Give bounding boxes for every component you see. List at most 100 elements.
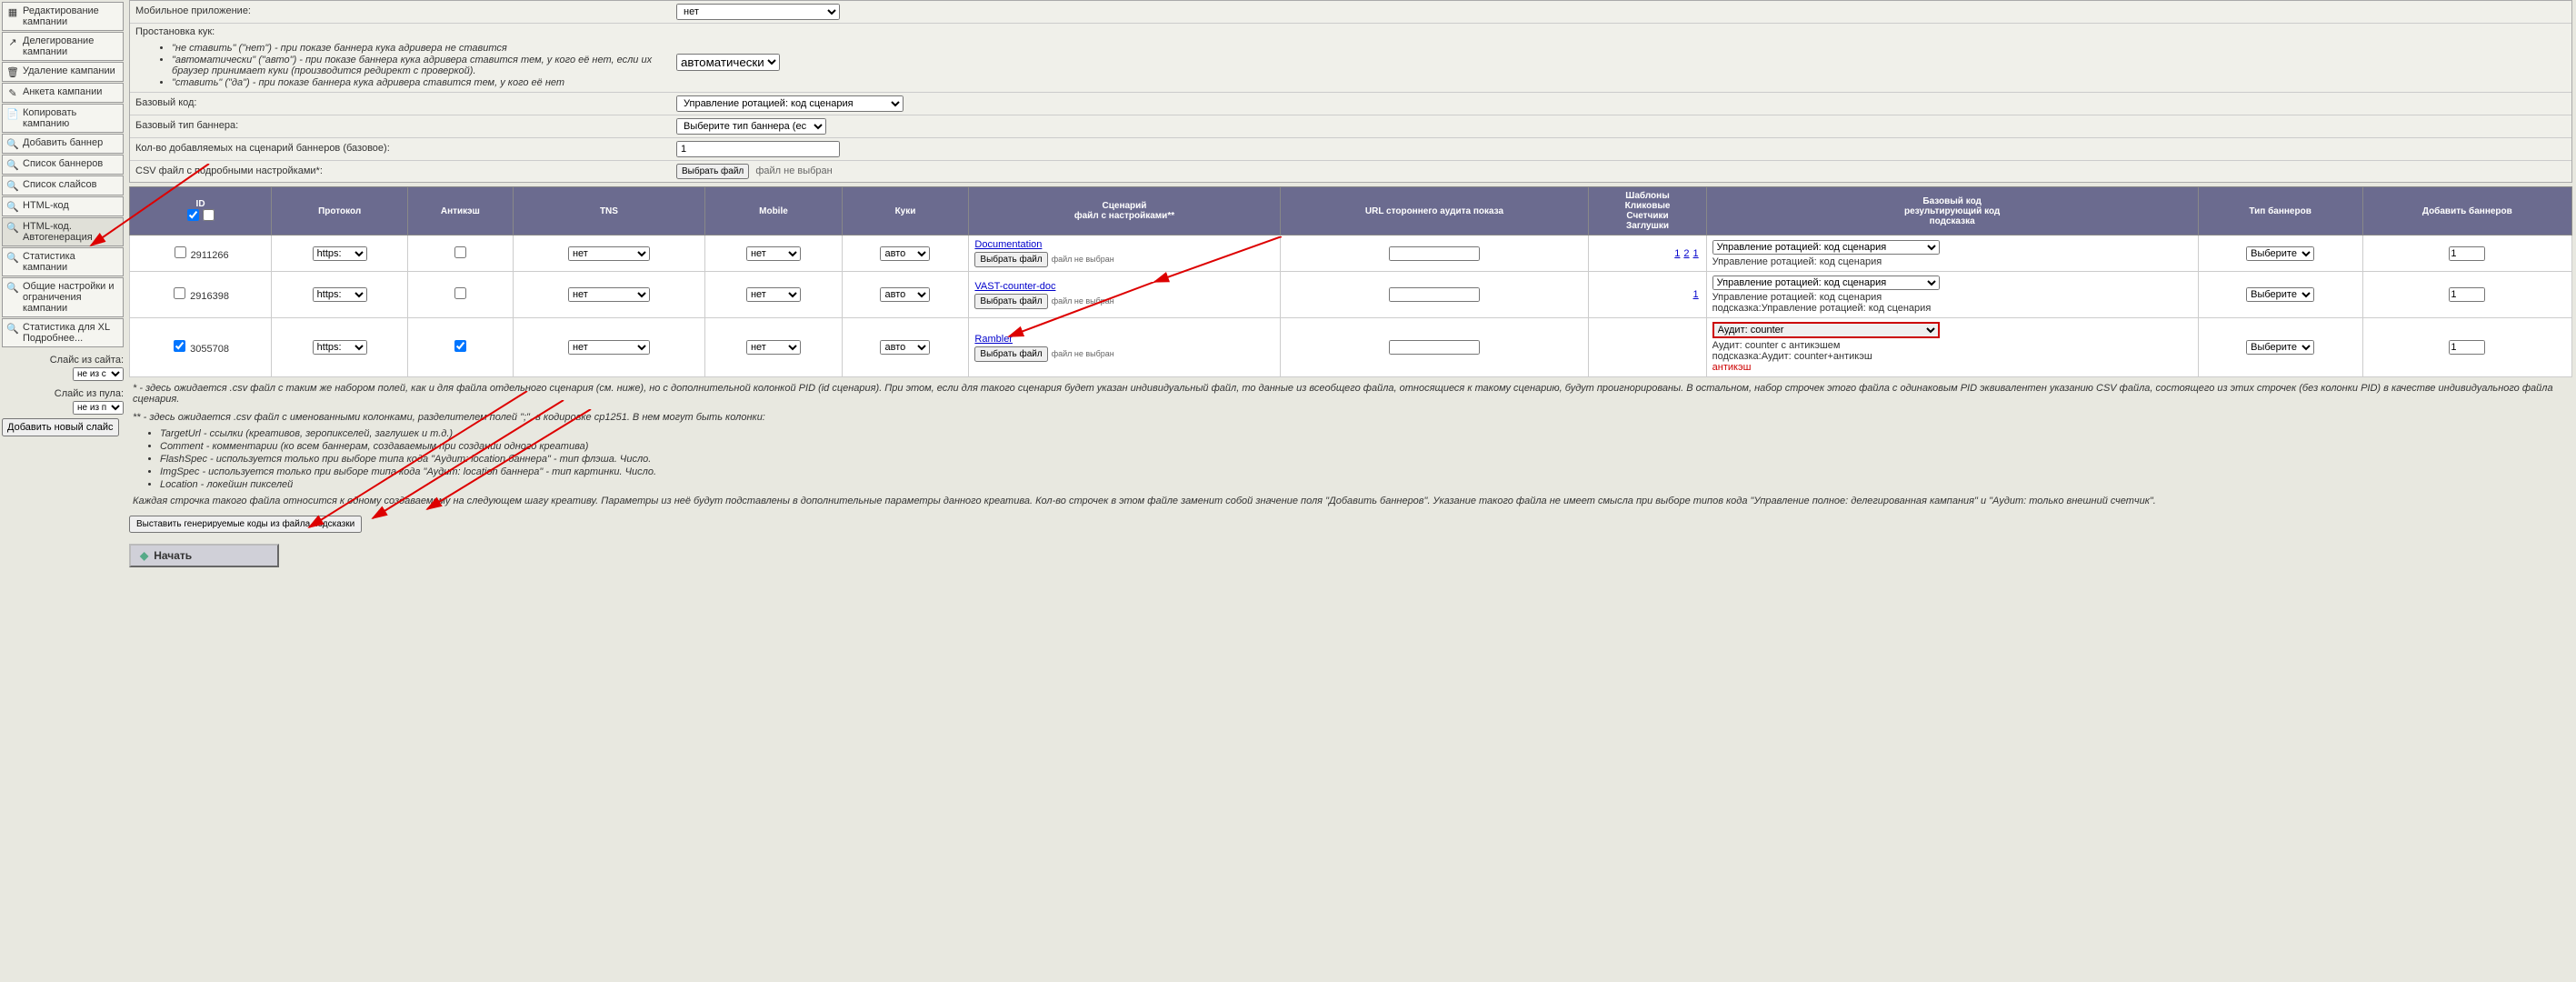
banner-type-select[interactable]: Выберите [2246, 246, 2314, 261]
sidebar-item-6[interactable]: 🔍Список баннеров [2, 155, 124, 175]
trash-icon: 🗑 [6, 65, 19, 78]
count-label: Кол-во добавляемых на сценарий баннеров … [135, 141, 676, 155]
protocol-select[interactable]: https: [313, 287, 367, 302]
notes-section: * - здесь ожидается .csv файл с таким же… [129, 377, 2572, 512]
row-checkbox[interactable] [174, 287, 185, 299]
slice-pool-select[interactable]: не из п [73, 401, 124, 415]
sidebar-item-label: Список слайсов [23, 179, 96, 190]
sidebar-item-label: Делегирование кампании [23, 35, 119, 57]
cookies-select[interactable]: авто [880, 287, 930, 302]
mobile-app-select[interactable]: нет [676, 4, 840, 20]
code-result: Аудит: counter с антикэшем [1712, 340, 2192, 351]
add-count-input[interactable] [2449, 287, 2485, 302]
col-cookies: Куки [842, 187, 969, 235]
audit-url-input[interactable] [1389, 340, 1480, 355]
scenario-link[interactable]: Documentation [974, 239, 1273, 250]
check-all-1[interactable] [187, 209, 199, 221]
code-select[interactable]: Аудит: counter [1712, 322, 1940, 338]
sidebar-item-12[interactable]: 🔍Статистика для XL Подробнее... [2, 318, 124, 347]
sidebar-item-4[interactable]: 📄Копировать кампанию [2, 104, 124, 133]
slice-site-select[interactable]: не из с [73, 367, 124, 381]
col-mobile: Mobile [705, 187, 842, 235]
table-row: 2911266https:нетнетавтоDocumentationВыбр… [130, 235, 2572, 272]
audit-url-input[interactable] [1389, 246, 1480, 261]
mobile-select[interactable]: нет [746, 287, 801, 302]
row-id: 3055708 [190, 344, 229, 355]
sidebar-item-9[interactable]: 🔍HTML-код. Автогенерация [2, 217, 124, 246]
cookies-select[interactable]: авто [880, 246, 930, 261]
sidebar-item-0[interactable]: ▦ Редактирование кампании [2, 2, 124, 31]
cookies-select[interactable]: автоматически [676, 54, 780, 71]
sidebar-item-7[interactable]: 🔍 Список слайсов [2, 175, 124, 195]
sidebar-item-label: Статистика для XL Подробнее... [23, 322, 119, 344]
sidebar-item-1[interactable]: ↗Делегирование кампании [2, 32, 124, 61]
code-hint: подсказка:Аудит: counter+антикэш [1712, 351, 2192, 362]
generate-codes-button[interactable]: Выставить генерируемые коды из файла под… [129, 516, 362, 533]
protocol-select[interactable]: https: [313, 246, 367, 261]
sidebar-item-5[interactable]: 🔍Добавить баннер [2, 134, 124, 154]
slice-pool-label: Слайс из пула: [2, 388, 124, 399]
csv-file-button[interactable]: Выбрать файл [676, 164, 749, 179]
row-checkbox[interactable] [175, 246, 186, 258]
row-id: 2916398 [190, 291, 229, 302]
sidebar-item-10[interactable]: 🔍Статистика кампании [2, 247, 124, 276]
sidebar-item-3[interactable]: ✎Анкета кампании [2, 83, 124, 103]
row-checkbox[interactable] [174, 340, 185, 352]
mobile-select[interactable]: нет [746, 246, 801, 261]
anticache-checkbox[interactable] [454, 287, 466, 299]
grid-icon: ▦ [6, 5, 19, 18]
slice-pool-block: Слайс из пула: не из п [2, 388, 124, 415]
sidebar-item-11[interactable]: 🔍Общие настройки и ограничения кампании [2, 277, 124, 317]
table-row: 3055708 https: нет нет авто RamblerВыбрать фа… [130, 318, 2572, 377]
scenario-link[interactable]: VAST-counter-doc [974, 281, 1273, 292]
code-anticache: антикэш [1712, 362, 2192, 373]
search-icon: 🔍 [6, 281, 19, 294]
col-base-code: Базовый код результирующий код подсказка [1706, 187, 2198, 235]
add-count-input[interactable] [2449, 340, 2485, 355]
code-select[interactable]: Управление ротацией: код сценария [1712, 240, 1940, 255]
sidebar-item-label: Редактирование кампании [23, 5, 119, 27]
banner-type-select[interactable]: Выберите [2246, 287, 2314, 302]
note-star2-outro: Каждая строчка такого файла относится к … [133, 496, 2569, 506]
start-button[interactable]: ◆ Начать [129, 544, 279, 567]
config-form: Мобильное приложение: нет Простановка ку… [129, 0, 2572, 183]
sidebar-item-2[interactable]: 🗑 Удаление кампании [2, 62, 124, 82]
anticache-checkbox[interactable] [454, 340, 466, 352]
cookies-select[interactable]: авто [880, 340, 930, 355]
base-type-select[interactable]: Выберите тип баннера (ес [676, 118, 826, 135]
sidebar-item-8[interactable]: 🔍HTML-код [2, 196, 124, 216]
scenario-file-button[interactable]: Выбрать файл [974, 252, 1047, 267]
search-icon: 🔍 [6, 179, 19, 192]
copy-icon: 📄 [6, 107, 19, 120]
slice-site-label: Слайс из сайта: [2, 355, 124, 366]
banner-type-select[interactable]: Выберите [2246, 340, 2314, 355]
mobile-select[interactable]: нет [746, 340, 801, 355]
template-link[interactable]: 1 [1693, 248, 1699, 259]
scenario-file-button[interactable]: Выбрать файл [974, 346, 1047, 362]
protocol-select[interactable]: https: [313, 340, 367, 355]
scenario-file-button[interactable]: Выбрать файл [974, 294, 1047, 309]
base-code-label: Базовый код: [135, 95, 676, 110]
base-code-select[interactable]: Управление ротацией: код сценария [676, 95, 904, 112]
code-result: Управление ротацией: код сценария [1712, 292, 2192, 303]
col-tns: TNS [513, 187, 705, 235]
check-all-2[interactable] [203, 209, 215, 221]
tns-select[interactable]: нет [568, 246, 650, 261]
tns-select[interactable]: нет [568, 340, 650, 355]
search-icon: 🔍 [6, 200, 19, 213]
count-input[interactable] [676, 141, 840, 157]
code-select[interactable]: Управление ротацией: код сценария [1712, 276, 1940, 290]
scenarios-table: ID Протокол Антикэш TNS Mobile Куки Сцен… [129, 186, 2572, 377]
col-anticache: Антикэш [408, 187, 513, 235]
template-link[interactable]: 1 [1693, 289, 1699, 300]
add-slice-button[interactable]: Добавить новый слайс [2, 418, 119, 436]
anticache-checkbox[interactable] [454, 246, 466, 258]
template-link[interactable]: 1 [1674, 248, 1680, 259]
audit-url-input[interactable] [1389, 287, 1480, 302]
sidebar-item-label: Удаление кампании [23, 65, 115, 76]
search-icon: 🔍 [6, 158, 19, 171]
add-count-input[interactable] [2449, 246, 2485, 261]
tns-select[interactable]: нет [568, 287, 650, 302]
scenario-link[interactable]: Rambler [974, 334, 1273, 345]
template-link[interactable]: 2 [1683, 248, 1689, 259]
